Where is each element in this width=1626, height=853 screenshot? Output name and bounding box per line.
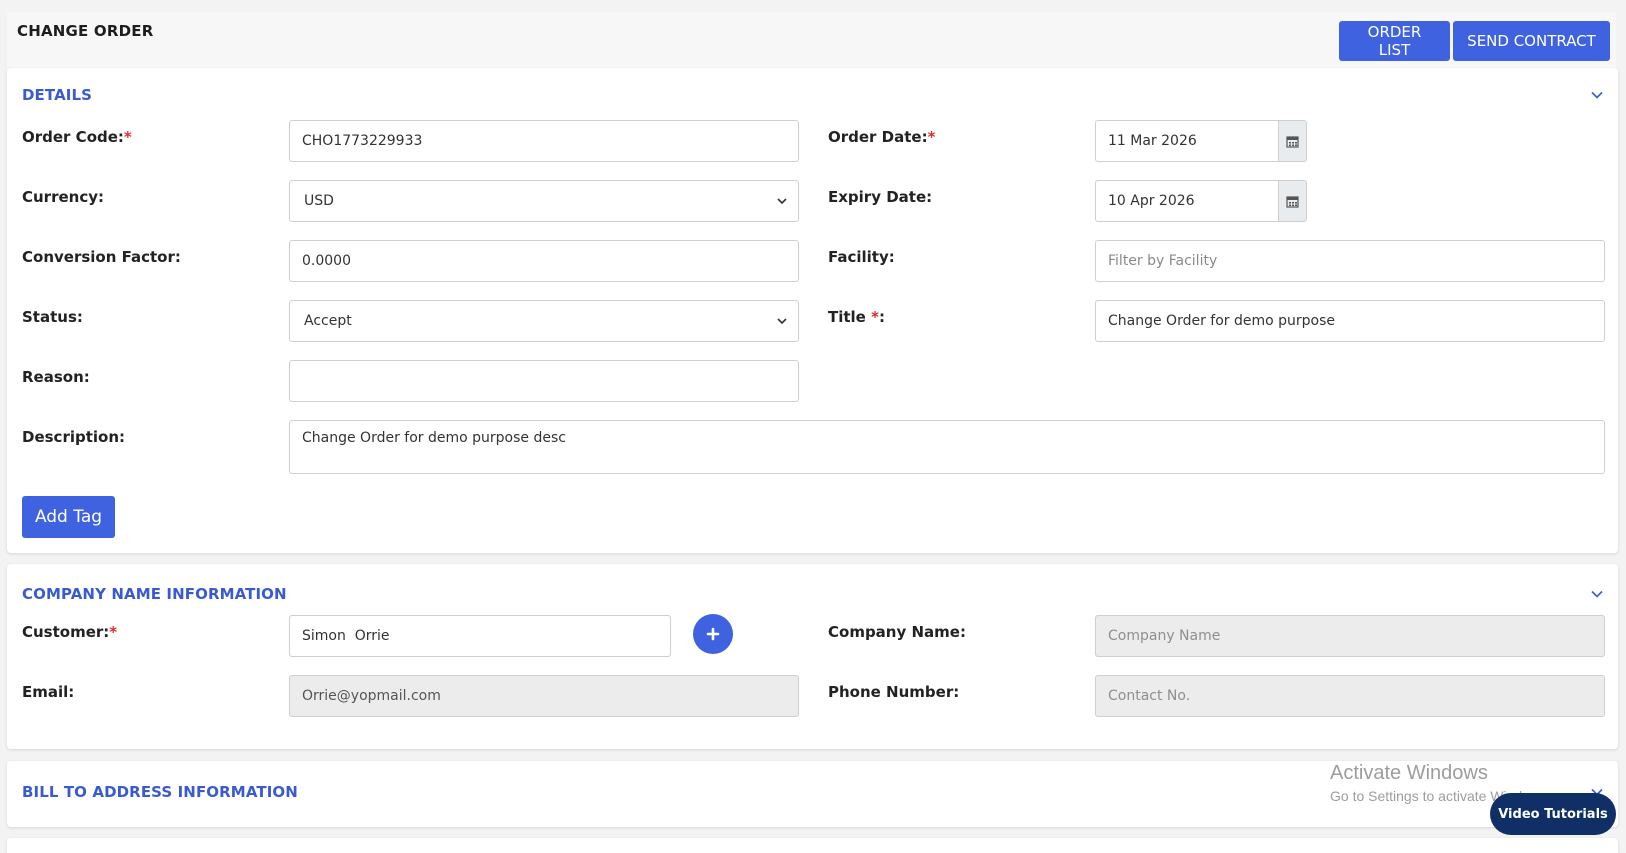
add-customer-button[interactable] xyxy=(693,614,733,654)
customer-input[interactable] xyxy=(289,615,671,657)
details-section-title: DETAILS xyxy=(22,86,93,104)
order-code-label: Order Code:* xyxy=(22,128,132,146)
order-date-label: Order Date:* xyxy=(828,128,936,146)
facility-input[interactable] xyxy=(1095,240,1605,282)
chevron-down-icon xyxy=(777,318,787,325)
chevron-down-icon xyxy=(777,198,787,205)
title-label: Title *: xyxy=(828,308,885,326)
expiry-date-label: Expiry Date: xyxy=(828,188,933,206)
details-section: DETAILS Order Code:* Currency: USD Conve… xyxy=(7,68,1618,553)
description-textarea[interactable]: Change Order for demo purpose desc xyxy=(289,420,1605,474)
conversion-factor-label: Conversion Factor: xyxy=(22,248,181,266)
company-section: COMPANY NAME INFORMATION Customer:* Emai… xyxy=(7,564,1618,749)
facility-label: Facility: xyxy=(828,248,895,266)
reason-label: Reason: xyxy=(22,368,90,386)
calendar-icon[interactable] xyxy=(1278,180,1307,222)
next-section xyxy=(7,838,1618,853)
email-label: Email: xyxy=(22,683,75,701)
expiry-date-input[interactable] xyxy=(1095,180,1279,222)
status-select[interactable]: Accept xyxy=(289,300,799,342)
plus-icon xyxy=(706,627,720,641)
customer-label: Customer:* xyxy=(22,623,118,641)
change-order-page: CHANGE ORDER ORDER LIST SEND CONTRACT DE… xyxy=(0,0,1626,853)
currency-select[interactable]: USD xyxy=(289,180,799,222)
company-section-title: COMPANY NAME INFORMATION xyxy=(22,585,287,603)
chevron-down-icon[interactable] xyxy=(1590,587,1604,601)
add-tag-button[interactable]: Add Tag xyxy=(22,496,115,538)
order-code-input[interactable] xyxy=(289,120,799,162)
calendar-icon[interactable] xyxy=(1278,120,1307,162)
send-contract-button[interactable]: SEND CONTRACT xyxy=(1453,21,1610,61)
title-input[interactable] xyxy=(1095,300,1605,342)
conversion-factor-input[interactable] xyxy=(289,240,799,282)
chevron-down-icon[interactable] xyxy=(1590,88,1604,102)
email-field[interactable] xyxy=(289,675,799,717)
order-date-picker xyxy=(1095,120,1307,162)
order-list-button[interactable]: ORDER LIST xyxy=(1339,21,1450,61)
page-title: CHANGE ORDER xyxy=(17,22,154,40)
reason-input[interactable] xyxy=(289,360,799,402)
phone-number-label: Phone Number: xyxy=(828,683,960,701)
page-header: CHANGE ORDER ORDER LIST SEND CONTRACT xyxy=(7,12,1616,68)
phone-number-field[interactable] xyxy=(1095,675,1605,717)
description-label: Description: xyxy=(22,428,126,446)
company-name-label: Company Name: xyxy=(828,623,966,641)
watermark-title: Activate Windows xyxy=(1330,762,1488,784)
bill-to-section-title: BILL TO ADDRESS INFORMATION xyxy=(22,783,298,801)
status-value: Accept xyxy=(304,313,352,329)
order-date-input[interactable] xyxy=(1095,120,1279,162)
expiry-date-picker xyxy=(1095,180,1307,222)
video-tutorials-button[interactable]: Video Tutorials xyxy=(1490,793,1616,835)
status-label: Status: xyxy=(22,308,83,326)
company-name-field[interactable] xyxy=(1095,615,1605,657)
currency-label: Currency: xyxy=(22,188,105,206)
currency-value: USD xyxy=(304,193,334,209)
